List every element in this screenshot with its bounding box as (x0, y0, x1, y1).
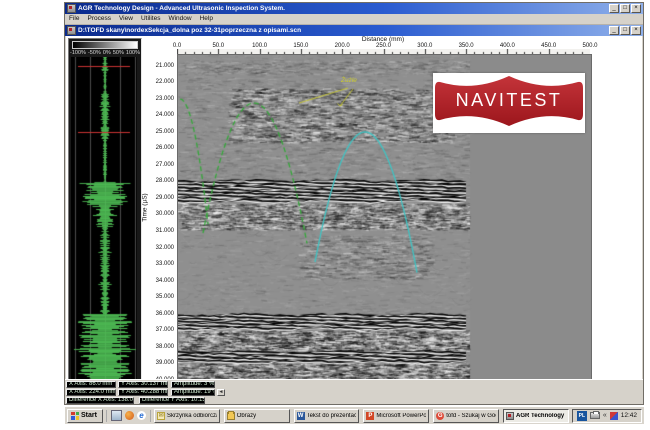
y-axis-tick-label: 35.000 (146, 294, 174, 301)
difference-y-readout: Difference Y Axis: 10.151 mm (139, 397, 205, 404)
app-titlebar[interactable]: AGR Technology Design - Advanced Ultraso… (65, 3, 643, 14)
app-window: AGR Technology Design - Advanced Ultraso… (64, 2, 644, 405)
menu-item-process[interactable]: Process (87, 15, 110, 24)
menu-item-view[interactable]: View (119, 15, 133, 24)
y-axis-tick-label: 31.000 (146, 228, 174, 235)
taskbar-task[interactable]: AGR Technology Desi... (503, 409, 569, 423)
document-titlebar[interactable]: D:\TOFD skany\nordexSekcja_dolna poz 32-… (65, 25, 643, 36)
taskbar-task[interactable]: PMicrosoft PowerPoint - [... (363, 409, 429, 423)
powerpoint-icon: P (366, 412, 374, 420)
taskbar: Start e ✉Skrzynka odbiorcza - Out... Obra… (64, 406, 644, 424)
readout-nav-button[interactable]: ◄ (217, 389, 225, 396)
taskbar-task[interactable]: Gtofd - Szukaj w Google - ... (433, 409, 499, 423)
outlook-icon: ✉ (157, 412, 165, 420)
printer-icon[interactable] (590, 412, 600, 419)
google-icon: G (436, 412, 444, 420)
start-label: Start (81, 412, 97, 419)
y-axis-tick-label: 33.000 (146, 261, 174, 268)
windows-flag-icon (71, 412, 79, 420)
y-axis-tick-label: 26.000 (146, 145, 174, 152)
document-icon (67, 26, 76, 35)
word-icon: W (297, 412, 305, 420)
y-axis-title: Time (µS) (142, 187, 149, 229)
language-indicator[interactable]: PL (577, 411, 587, 421)
taskbar-task[interactable]: WTekst do prezentacji.doc... (294, 409, 360, 423)
task-label: Microsoft PowerPoint - [... (376, 413, 426, 419)
cursor1-x-readout: X Axis: 86.0 mm (66, 381, 116, 388)
amplitude-scale-label: 0% (103, 50, 111, 56)
restore-icon[interactable]: □ (620, 4, 630, 13)
difference-x-readout: Difference X Axis: 138.0 mm (66, 397, 134, 404)
y-axis-tick-label: 25.000 (146, 129, 174, 136)
amplitude-scale-label: 100% (126, 50, 140, 56)
document-title: D:\TOFD skany\nordexSekcja_dolna poz 32-… (78, 26, 607, 36)
ascan-panel: -100%-50%0%50%100% (68, 38, 142, 379)
y-axis-tick-label: 24.000 (146, 112, 174, 119)
scan-view[interactable]: Żużle NAVITEST (177, 54, 592, 379)
y-axis-tick-label: 23.000 (146, 96, 174, 103)
desktop: AGR Technology Design - Advanced Ultraso… (0, 0, 650, 430)
cursor2-y-readout: Y Axis: 40.288 mm (118, 389, 168, 396)
x-axis-title: Distance (mm) (323, 36, 443, 43)
measurement-bar: X Axis: 86.0 mm Y Axis: 30.137 mm Amplit… (65, 379, 643, 404)
y-axis-tick-label: 28.000 (146, 178, 174, 185)
cursor2-amplitude-readout: Amplitude: 19 % (171, 389, 215, 396)
tray-app-icon[interactable] (610, 412, 618, 420)
task-label: AGR Technology Desi... (516, 413, 566, 419)
clock[interactable]: 12:42 (621, 412, 637, 419)
start-button[interactable]: Start (67, 409, 103, 423)
y-axis-tick-label: 34.000 (146, 278, 174, 285)
navitest-logo: NAVITEST (433, 73, 585, 133)
ie-icon[interactable]: e (137, 411, 146, 420)
taskbar-tasks: ✉Skrzynka odbiorcza - Out... Obrazy WTekst… (154, 409, 569, 423)
navitest-logo-text: NAVITEST (433, 90, 585, 111)
task-label: Obrazy (237, 413, 256, 419)
task-label: Tekst do prezentacji.doc... (307, 413, 357, 419)
cursor1-amplitude-readout: Amplitude: 3 % (171, 381, 215, 388)
minimize-icon[interactable]: _ (609, 4, 619, 13)
y-axis-tick-label: 38.000 (146, 344, 174, 351)
y-axis-tick-label: 27.000 (146, 162, 174, 169)
amplitude-scale-label: -50% (88, 50, 101, 56)
ascan-waveform[interactable] (71, 57, 137, 379)
defect-annotation: Żużle (341, 77, 357, 84)
menubar: File Process View Utilites Window Help (65, 14, 643, 25)
y-axis-tick-label: 21.000 (146, 63, 174, 70)
folder-icon (227, 412, 235, 420)
browser-icon[interactable] (125, 411, 134, 420)
close-icon[interactable]: × (631, 4, 641, 13)
y-axis-tick-label: 36.000 (146, 311, 174, 318)
task-label: tofd - Szukaj w Google - ... (446, 413, 496, 419)
quick-launch: e (106, 410, 151, 422)
client-area: -100%-50%0%50%100% Distance (mm) 0.050.0… (66, 36, 642, 379)
tray-expand-icon[interactable]: « (603, 412, 607, 419)
amplitude-gradient-bar (72, 41, 138, 49)
doc-close-icon[interactable]: × (631, 26, 641, 35)
cursor1-y-readout: Y Axis: 30.137 mm (118, 381, 168, 388)
cursor2-x-readout: X Axis: 224.0 mm (66, 389, 116, 396)
taskbar-task[interactable]: ✉Skrzynka odbiorcza - Out... (154, 409, 220, 423)
menu-item-utilites[interactable]: Utilites (141, 15, 161, 24)
amplitude-scale: -100%-50%0%50%100% (69, 50, 141, 56)
taskbar-task[interactable]: Obrazy (224, 409, 290, 423)
system-tray: PL « 12:42 (572, 409, 642, 423)
show-desktop-icon[interactable] (111, 410, 122, 421)
menu-item-file[interactable]: File (69, 15, 79, 24)
y-axis-tick-label: 39.000 (146, 360, 174, 367)
y-axis-tick-label: 30.000 (146, 211, 174, 218)
amplitude-scale-label: 50% (113, 50, 124, 56)
y-axis-tick-label: 22.000 (146, 79, 174, 86)
y-axis-tick-label: 29.000 (146, 195, 174, 202)
menu-item-window[interactable]: Window (168, 15, 191, 24)
y-axis-tick-label: 32.000 (146, 245, 174, 252)
menu-item-help[interactable]: Help (200, 15, 213, 24)
doc-restore-icon[interactable]: □ (620, 26, 630, 35)
app-icon (67, 4, 76, 13)
app-title: AGR Technology Design - Advanced Ultraso… (78, 4, 607, 14)
y-axis-tick-label: 37.000 (146, 327, 174, 334)
doc-minimize-icon[interactable]: _ (609, 26, 619, 35)
task-label: Skrzynka odbiorcza - Out... (167, 413, 217, 419)
agr-app-icon (506, 412, 514, 420)
amplitude-scale-label: -100% (70, 50, 86, 56)
